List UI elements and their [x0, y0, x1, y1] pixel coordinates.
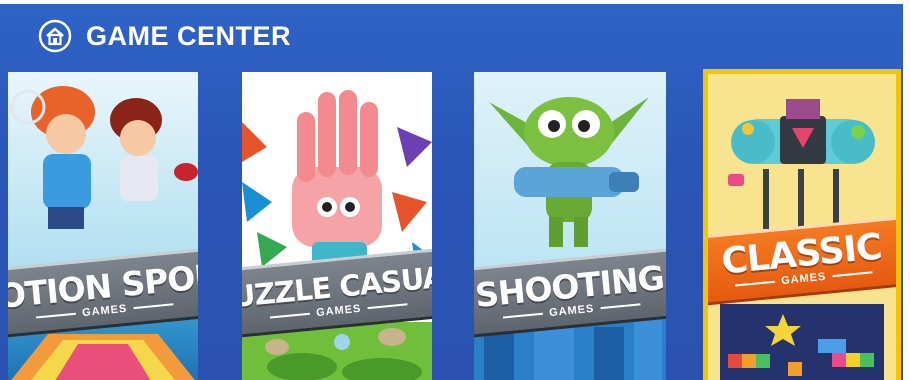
game-center-screen: GAME CENTER MOTION SPORT GAMES PUZZLE CA…: [0, 4, 903, 380]
card-classic[interactable]: CLASSIC GAMES: [703, 69, 901, 380]
card-puzzle-casual[interactable]: PUZZLE CASUAL GAMES: [242, 72, 432, 380]
header: GAME CENTER: [38, 16, 291, 56]
page-title: GAME CENTER: [86, 20, 292, 51]
card-shooting[interactable]: SHOOTING GAMES: [474, 72, 666, 380]
home-icon: [38, 19, 72, 53]
card-motion-sport[interactable]: MOTION SPORT GAMES: [8, 72, 198, 380]
